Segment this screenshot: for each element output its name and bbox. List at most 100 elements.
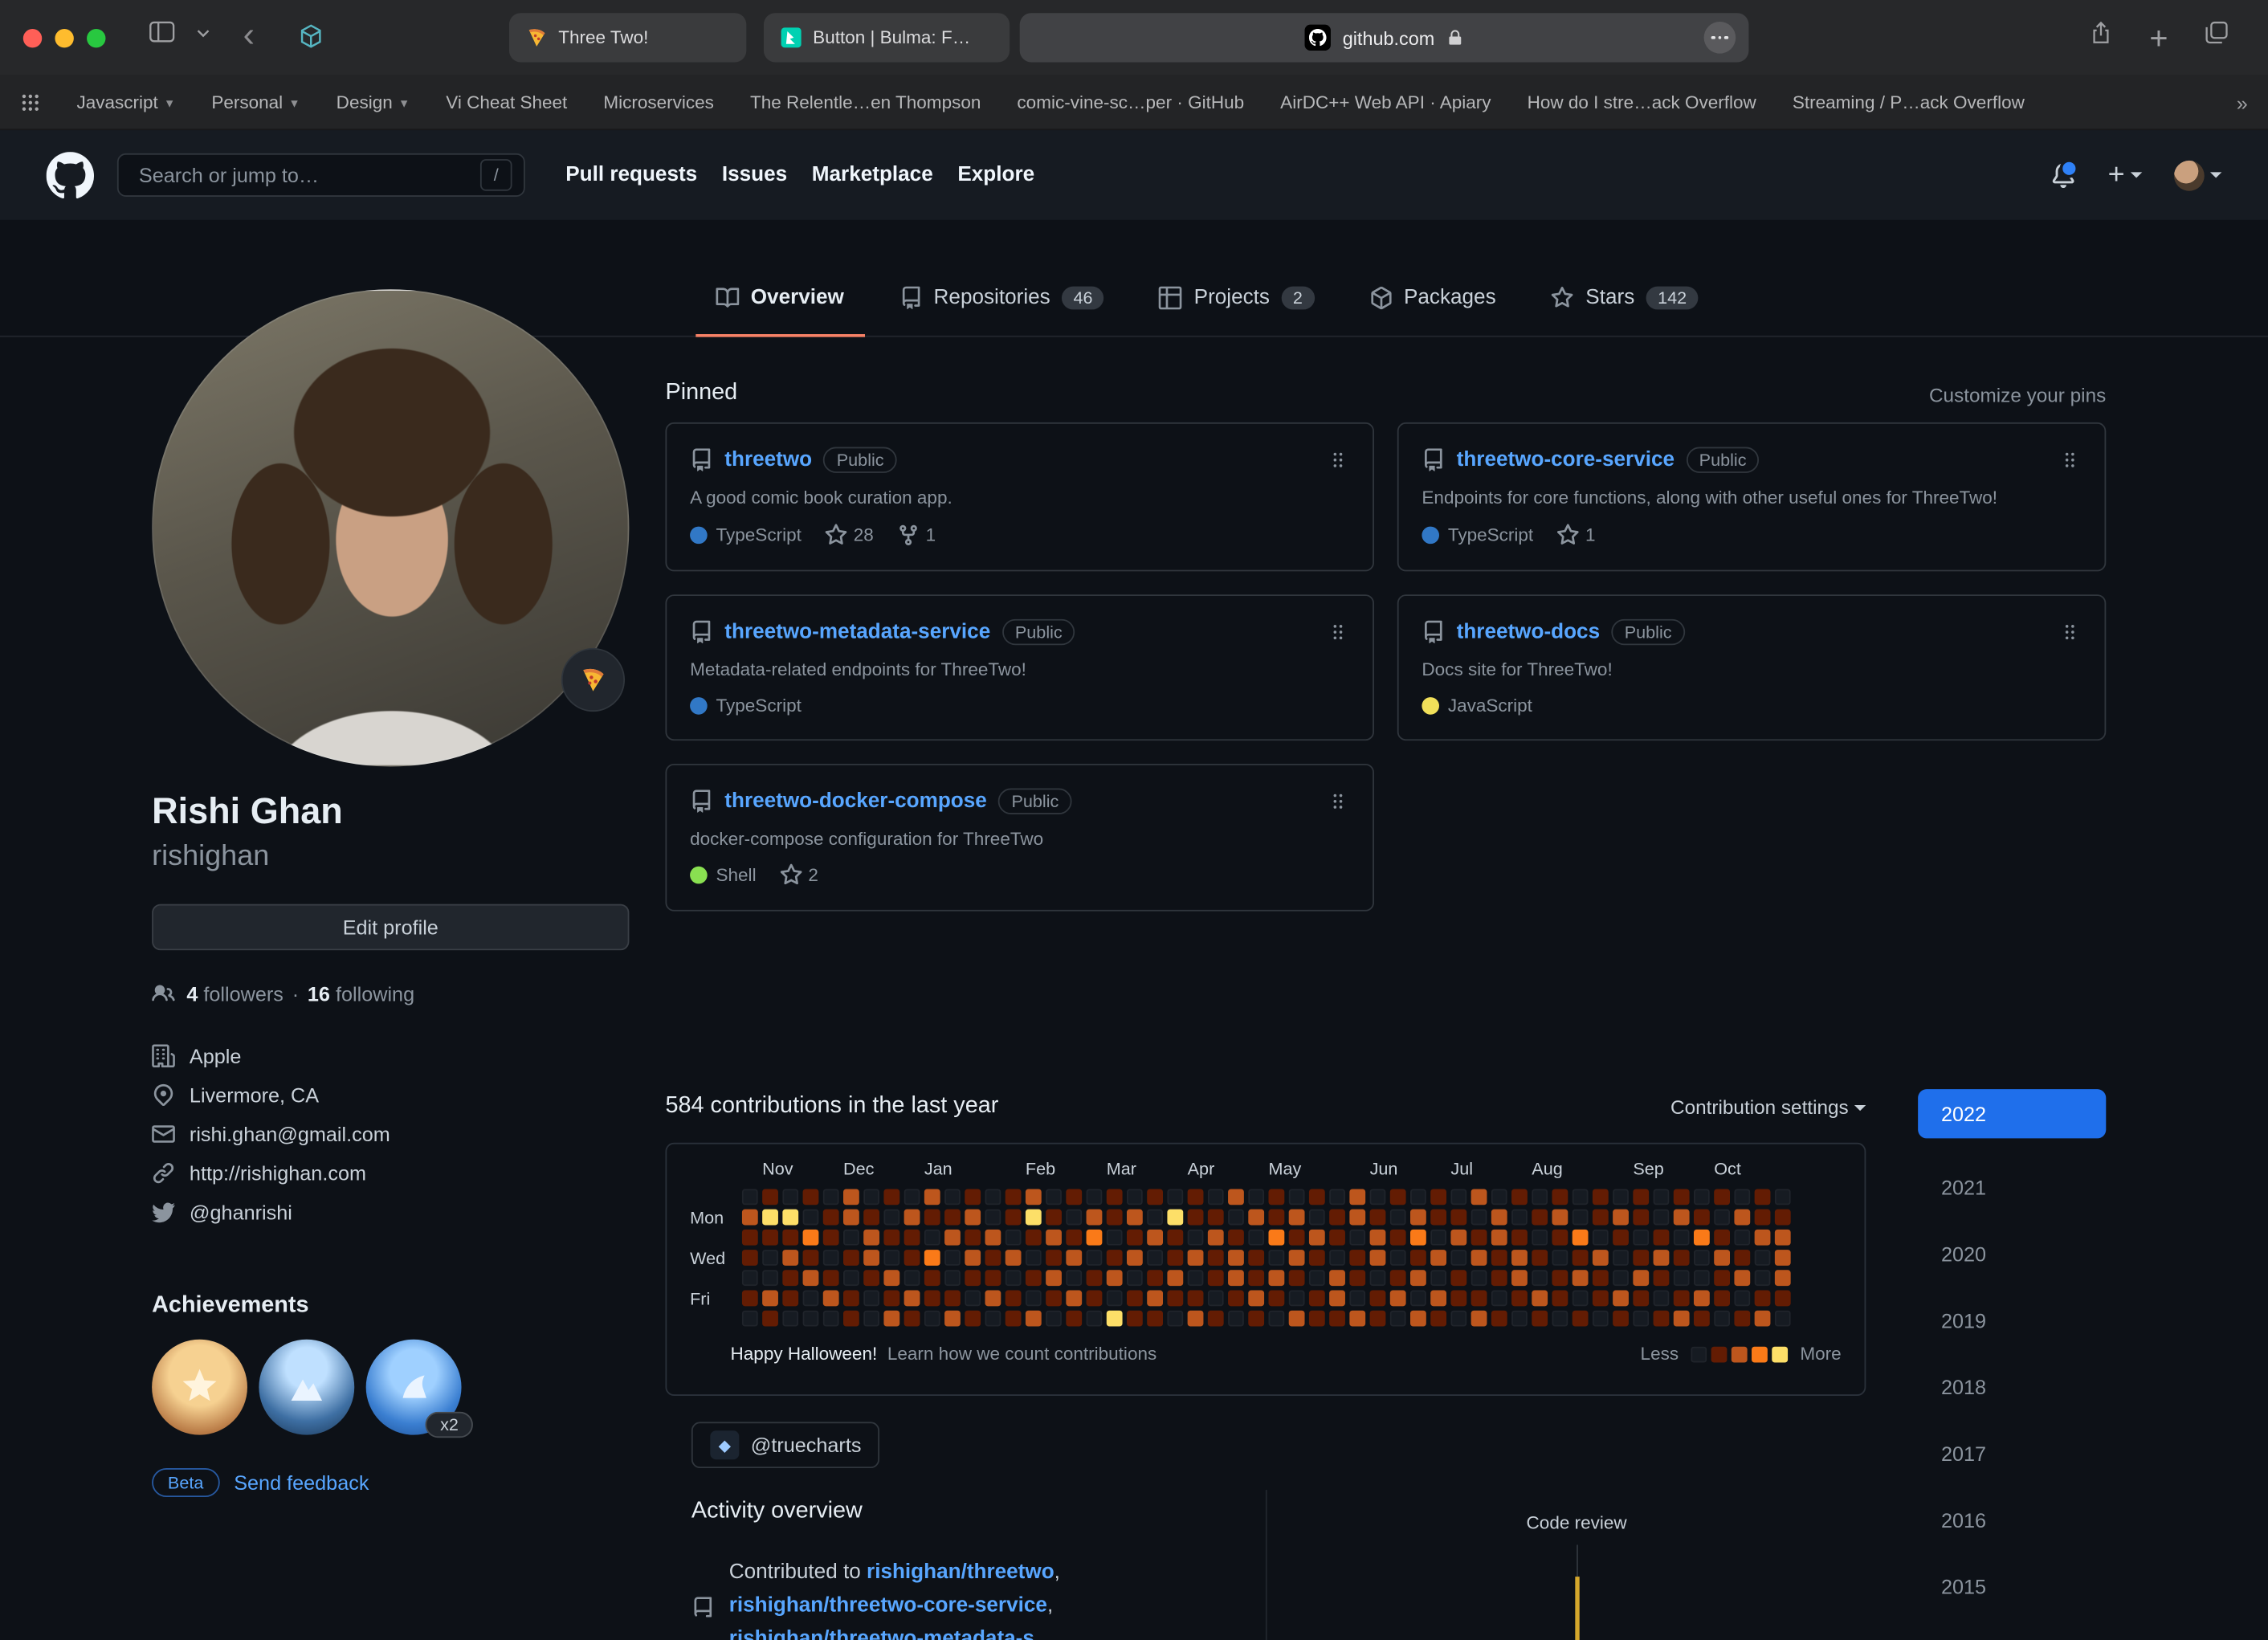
contribution-cell[interactable] — [782, 1270, 798, 1286]
contribution-cell[interactable] — [1450, 1210, 1466, 1226]
contribution-cell[interactable] — [1268, 1270, 1284, 1286]
contribution-cell[interactable] — [1006, 1311, 1022, 1327]
contribution-cell[interactable] — [823, 1210, 839, 1226]
contribution-cell[interactable] — [1066, 1291, 1082, 1307]
contribution-cell[interactable] — [1674, 1311, 1690, 1327]
contribution-cell[interactable] — [1127, 1250, 1143, 1266]
bookmark-item[interactable]: Streaming / P…ack Overflow — [1793, 92, 2025, 112]
contribution-cell[interactable] — [1552, 1230, 1568, 1246]
bookmark-item[interactable]: comic-vine-sc…per · GitHub — [1017, 92, 1244, 112]
contribution-cell[interactable] — [1147, 1250, 1163, 1266]
contribution-cell[interactable] — [924, 1311, 940, 1327]
profile-detail-twitter[interactable]: @ghanrishi — [152, 1201, 629, 1224]
contribution-cell[interactable] — [1349, 1311, 1365, 1327]
contribution-cell[interactable] — [803, 1311, 819, 1327]
contribution-cell[interactable] — [1046, 1230, 1062, 1246]
contribution-cell[interactable] — [762, 1270, 778, 1286]
contribution-cell[interactable] — [1511, 1230, 1528, 1246]
contribution-cell[interactable] — [1167, 1311, 1183, 1327]
contribution-cell[interactable] — [965, 1291, 981, 1307]
profile-detail-mail[interactable]: rishi.ghan@gmail.com — [152, 1123, 629, 1146]
contribution-cell[interactable] — [1087, 1270, 1103, 1286]
contribution-cell[interactable] — [1775, 1311, 1791, 1327]
contribution-cell[interactable] — [1006, 1250, 1022, 1266]
year-2022[interactable]: 2022 — [1918, 1089, 2106, 1138]
contribution-cell[interactable] — [1289, 1230, 1305, 1246]
contribution-cell[interactable] — [1755, 1311, 1771, 1327]
contribution-cell[interactable] — [883, 1230, 899, 1246]
contribution-cell[interactable] — [1694, 1250, 1710, 1266]
organization-button[interactable]: ◆ @truecharts — [691, 1422, 880, 1468]
contribution-cell[interactable] — [803, 1189, 819, 1205]
contribution-cell[interactable] — [965, 1250, 981, 1266]
followers-link[interactable]: 4 followers — [186, 982, 284, 1006]
contribution-cell[interactable] — [1087, 1311, 1103, 1327]
contribution-cell[interactable] — [1694, 1230, 1710, 1246]
contribution-cell[interactable] — [1532, 1230, 1548, 1246]
contribution-cell[interactable] — [1289, 1311, 1305, 1327]
contribution-cell[interactable] — [1694, 1189, 1710, 1205]
browser-tab[interactable]: Three Two! — [509, 13, 746, 62]
contribution-cell[interactable] — [1694, 1270, 1710, 1286]
contribution-cell[interactable] — [1349, 1270, 1365, 1286]
contribution-cell[interactable] — [1654, 1291, 1670, 1307]
contribution-cell[interactable] — [985, 1291, 1001, 1307]
share-icon[interactable] — [2089, 20, 2114, 45]
contribution-cell[interactable] — [1491, 1250, 1507, 1266]
contribution-cell[interactable] — [883, 1189, 899, 1205]
contribution-cell[interactable] — [1370, 1210, 1386, 1226]
github-logo-icon[interactable] — [47, 151, 94, 198]
contribution-cell[interactable] — [1390, 1291, 1406, 1307]
contributed-repo-link[interactable]: rishighan/threetwo — [867, 1560, 1054, 1584]
contribution-cell[interactable] — [1430, 1311, 1446, 1327]
contribution-cell[interactable] — [1532, 1210, 1548, 1226]
contribution-cell[interactable] — [1552, 1311, 1568, 1327]
contribution-cell[interactable] — [1228, 1210, 1244, 1226]
contribution-cell[interactable] — [1430, 1189, 1446, 1205]
contribution-cell[interactable] — [1107, 1210, 1123, 1226]
contribution-cell[interactable] — [1714, 1270, 1730, 1286]
contribution-cell[interactable] — [965, 1230, 981, 1246]
contribution-cell[interactable] — [1087, 1210, 1103, 1226]
achievement-starstruck[interactable] — [152, 1340, 247, 1435]
contribution-cell[interactable] — [823, 1230, 839, 1246]
contribution-cell[interactable] — [1147, 1189, 1163, 1205]
bookmark-item[interactable]: Microservices — [603, 92, 714, 112]
contribution-cell[interactable] — [1167, 1189, 1183, 1205]
star-count[interactable]: 2 — [779, 864, 818, 887]
contribution-cell[interactable] — [1329, 1210, 1345, 1226]
contribution-cell[interactable] — [1410, 1210, 1426, 1226]
contribution-cell[interactable] — [1026, 1311, 1042, 1327]
window-zoom-button[interactable] — [87, 29, 105, 47]
contribution-cell[interactable] — [1006, 1230, 1022, 1246]
contribution-cell[interactable] — [1430, 1291, 1446, 1307]
contribution-cell[interactable] — [742, 1210, 758, 1226]
contribution-cell[interactable] — [944, 1291, 961, 1307]
contribution-cell[interactable] — [1188, 1250, 1204, 1266]
contribution-cell[interactable] — [1430, 1230, 1446, 1246]
contribution-cell[interactable] — [1613, 1250, 1629, 1266]
contribution-cell[interactable] — [843, 1230, 859, 1246]
grabber-icon[interactable] — [1327, 448, 1350, 471]
contribution-cell[interactable] — [1633, 1210, 1649, 1226]
contribution-cell[interactable] — [1775, 1250, 1791, 1266]
tab-packages[interactable]: Packages — [1349, 260, 1516, 337]
bookmark-item[interactable]: Personal▼ — [211, 92, 300, 112]
contribution-cell[interactable] — [1471, 1250, 1487, 1266]
contribution-cell[interactable] — [803, 1270, 819, 1286]
contribution-cell[interactable] — [1087, 1250, 1103, 1266]
contribution-cell[interactable] — [944, 1210, 961, 1226]
contribution-cell[interactable] — [1734, 1230, 1750, 1246]
contribution-cell[interactable] — [1674, 1230, 1690, 1246]
contribution-cell[interactable] — [1087, 1230, 1103, 1246]
contribution-cell[interactable] — [1430, 1210, 1446, 1226]
contribution-cell[interactable] — [924, 1210, 940, 1226]
contribution-cell[interactable] — [782, 1291, 798, 1307]
contribution-cell[interactable] — [782, 1311, 798, 1327]
contribution-cell[interactable] — [1430, 1250, 1446, 1266]
contribution-cell[interactable] — [1208, 1291, 1224, 1307]
contribution-cell[interactable] — [803, 1250, 819, 1266]
contribution-cell[interactable] — [924, 1189, 940, 1205]
achievement-pull-shark[interactable]: x2 — [366, 1340, 462, 1435]
contribution-cell[interactable] — [762, 1210, 778, 1226]
